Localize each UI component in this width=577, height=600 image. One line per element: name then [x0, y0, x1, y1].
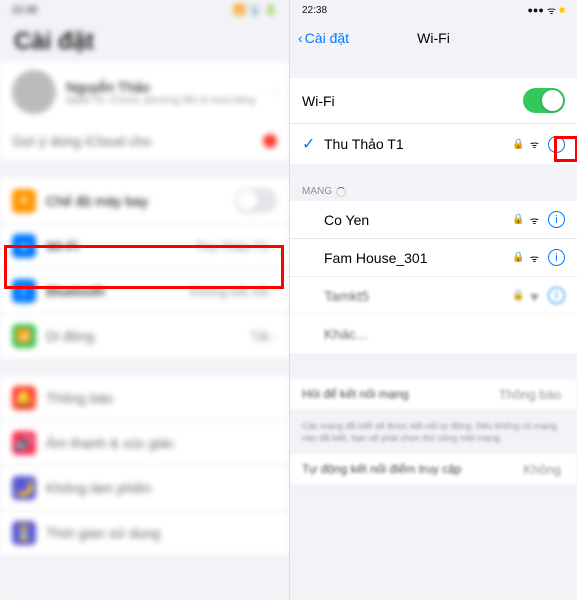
airplane-row[interactable]: ✈ Chế độ máy bay — [0, 178, 289, 224]
networks-header: MẠNG — [290, 164, 577, 201]
wifi-signal-icon: ᯤ — [530, 213, 539, 227]
lock-icon: 🔒 — [512, 290, 524, 301]
network-row[interactable]: Fam House_301 🔒 ᯤ i — [290, 239, 577, 277]
suggestion-row[interactable]: Gợi ý dùng iCloud cho — [0, 122, 289, 160]
notifications-row[interactable]: 🔔 Thông báo — [0, 376, 289, 421]
wifi-signal-icon: ᯤ — [530, 137, 539, 151]
dnd-row[interactable]: 🌙 Không làm phiền — [0, 466, 289, 511]
status-icons: 📶📡🔋 — [234, 5, 277, 16]
status-bar: 22:38 ●●●ᯤ■ — [290, 0, 577, 18]
airplane-icon: ✈ — [12, 189, 36, 213]
auto-hotspot-row[interactable]: Tự động kết nối điểm truy cập Không — [290, 454, 577, 486]
wifi-icon: ᯤ — [12, 234, 36, 258]
back-label: Cài đặt — [305, 30, 349, 46]
status-bar: 22:38 📶📡🔋 — [0, 0, 289, 18]
back-button[interactable]: ‹ Cài đặt — [298, 30, 349, 46]
profile-name: Nguyễn Thảo — [66, 79, 263, 95]
wifi-row[interactable]: ᯤ Wi-Fi Thu Thảo T1 › — [0, 224, 289, 269]
checkmark-icon: ✓ — [302, 134, 316, 154]
status-time: 22:38 — [12, 5, 37, 16]
nav-bar: ‹ Cài đặt Wi-Fi — [290, 18, 577, 58]
network-row[interactable]: Co Yen 🔒 ᯤ i — [290, 201, 577, 239]
avatar — [12, 70, 56, 114]
info-icon[interactable]: i — [548, 287, 565, 304]
wifi-screen: 22:38 ●●●ᯤ■ ‹ Cài đặt Wi-Fi Wi-Fi ✓ Thu … — [289, 0, 577, 600]
airplane-toggle[interactable] — [235, 188, 277, 213]
badge-icon — [263, 134, 277, 148]
sound-icon: 🔊 — [12, 431, 36, 455]
chevron-icon: › — [273, 284, 277, 298]
cellular-icon: 📶 — [12, 324, 36, 348]
wifi-toggle[interactable] — [523, 88, 565, 113]
info-icon[interactable]: i — [548, 136, 565, 153]
info-icon[interactable]: i — [548, 211, 565, 228]
lock-icon: 🔒 — [512, 139, 524, 150]
wifi-signal-icon: ᯤ — [530, 289, 539, 303]
profile-subtitle: Apple ID, iCloud, phương tiện & mua hàng — [66, 95, 263, 106]
chevron-left-icon: ‹ — [298, 30, 303, 46]
wifi-toggle-row: Wi-Fi — [290, 78, 577, 124]
bell-icon: 🔔 — [12, 386, 36, 410]
page-title: Cài đặt — [0, 18, 289, 62]
bluetooth-icon: ᛒ — [12, 279, 36, 303]
lock-icon: 🔒 — [512, 252, 524, 263]
cellular-row[interactable]: 📶 Di động Tắt › — [0, 314, 289, 358]
info-icon[interactable]: i — [548, 249, 565, 266]
spinner-icon — [336, 187, 346, 197]
ask-join-row[interactable]: Hỏi để kết nối mạng Thông báo — [290, 379, 577, 411]
settings-screen: 22:38 📶📡🔋 Cài đặt Nguyễn Thảo Apple ID, … — [0, 0, 289, 600]
bluetooth-row[interactable]: ᛒ Bluetooth Không kết nối › — [0, 269, 289, 314]
chevron-icon: › — [273, 329, 277, 343]
ask-join-desc: Các mạng đã biết sẽ được kết nối tự động… — [302, 421, 565, 444]
profile-row[interactable]: Nguyễn Thảo Apple ID, iCloud, phương tiệ… — [0, 62, 289, 122]
wifi-signal-icon: ᯤ — [530, 251, 539, 265]
other-network-row[interactable]: Khác... — [290, 315, 577, 353]
hourglass-icon: ⏳ — [12, 521, 36, 545]
sounds-row[interactable]: 🔊 Âm thanh & xúc giác — [0, 421, 289, 466]
lock-icon: 🔒 — [512, 214, 524, 225]
screentime-row[interactable]: ⏳ Thời gian sử dụng — [0, 511, 289, 555]
status-time: 22:38 — [302, 5, 327, 16]
status-icons: ●●●ᯤ■ — [528, 3, 566, 17]
connected-network-row[interactable]: ✓ Thu Thảo T1 🔒 ᯤ i — [290, 124, 577, 164]
chevron-icon: › — [273, 85, 277, 99]
moon-icon: 🌙 — [12, 476, 36, 500]
chevron-icon: › — [273, 239, 277, 253]
network-row[interactable]: Tamkt5 🔒 ᯤ i — [290, 277, 577, 315]
